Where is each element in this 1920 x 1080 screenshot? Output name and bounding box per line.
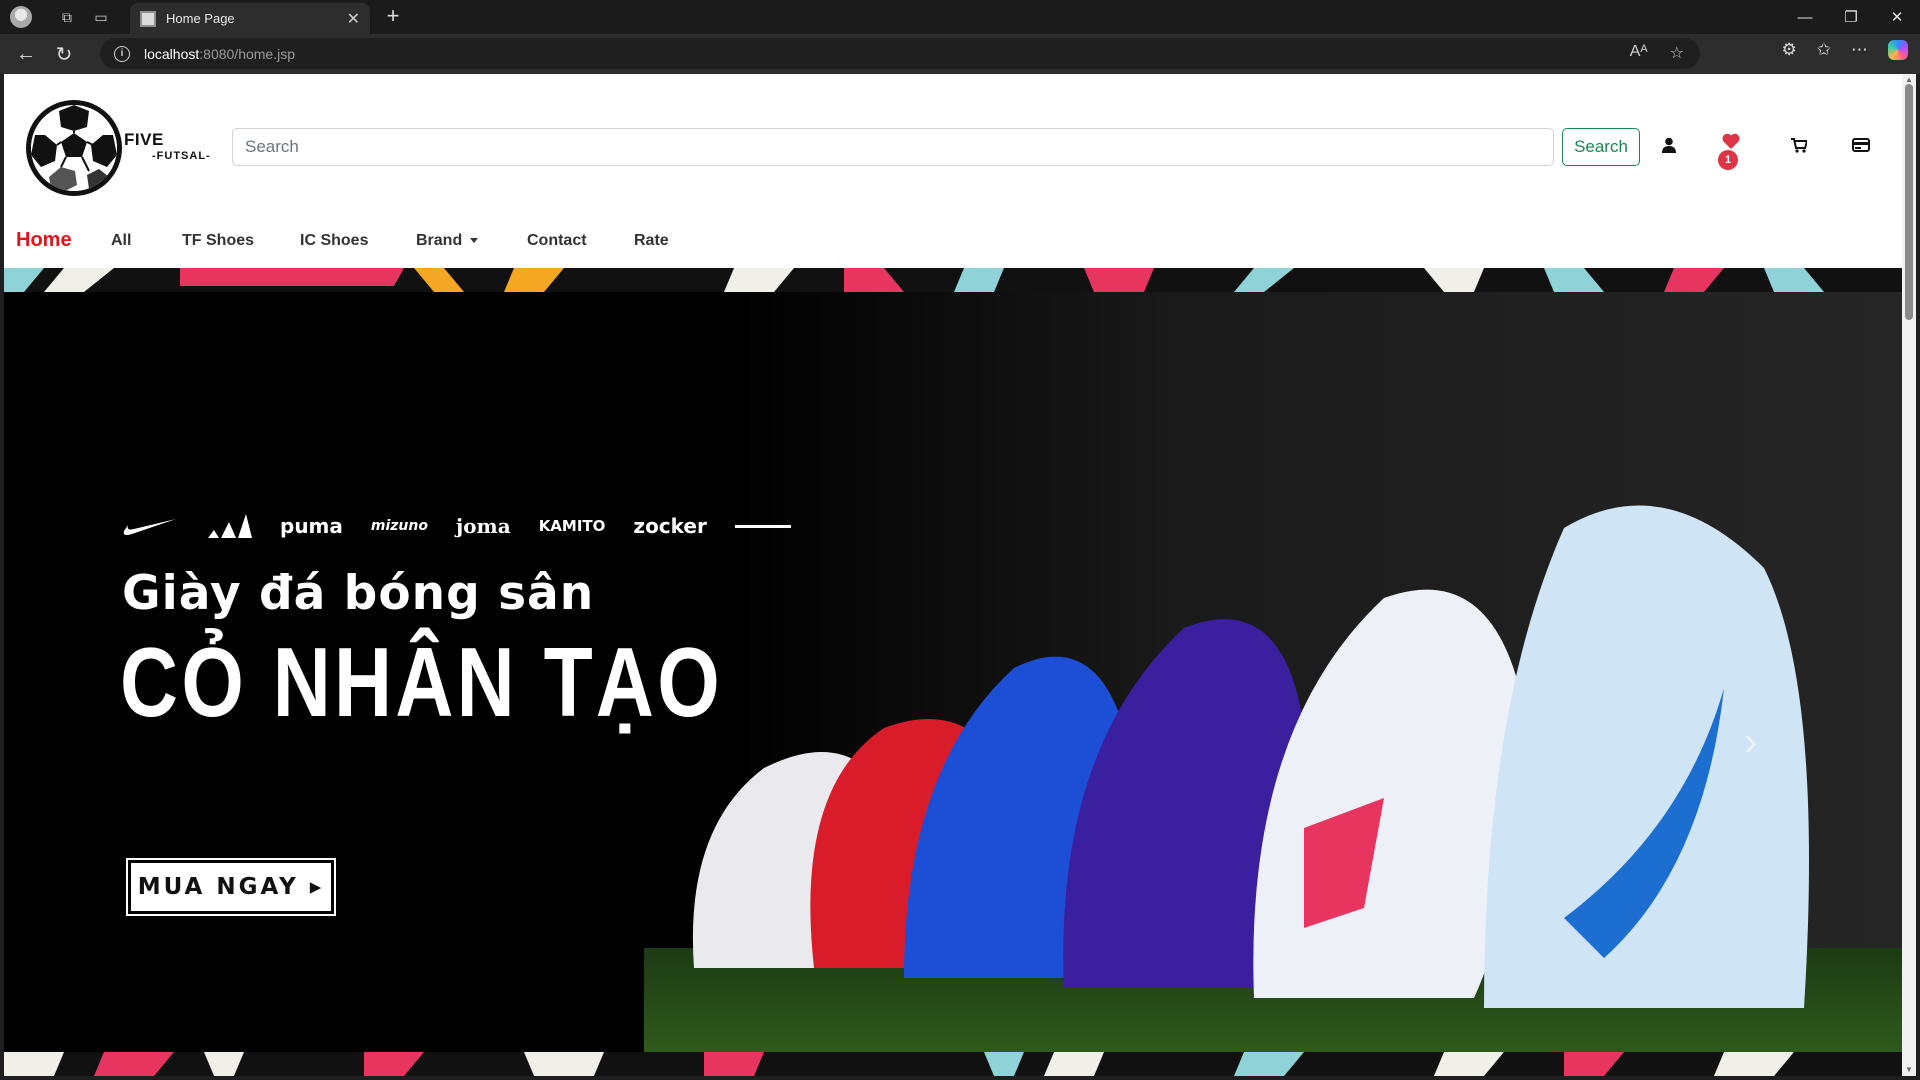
shop-now-button[interactable]: MUA NGAY ▸ (126, 858, 336, 916)
divider-line (734, 524, 791, 528)
brand-logo-row: puma mizuno joma KAMITO zocker (122, 514, 791, 538)
new-tab-icon[interactable]: + (380, 4, 406, 30)
user-icon[interactable] (1656, 132, 1682, 158)
cart-icon[interactable] (1786, 132, 1812, 158)
tab-actions-icon[interactable]: ▭ (84, 0, 118, 34)
minimize-icon[interactable]: — (1782, 0, 1828, 34)
mizuno-logo: mizuno (370, 518, 428, 534)
browser-tab[interactable]: Home Page ✕ (130, 3, 370, 34)
close-window-icon[interactable]: ✕ (1874, 0, 1920, 34)
soccer-ball-logo-icon[interactable] (26, 100, 122, 196)
hero-banner-carousel[interactable]: puma mizuno joma KAMITO zocker Giày đá b… (4, 268, 1902, 1076)
refresh-icon[interactable]: ↻ (46, 36, 82, 72)
nav-item-brand[interactable]: Brand (416, 232, 479, 250)
window-controls: — ❐ ✕ (1782, 0, 1920, 34)
address-bar: ← ↻ i localhost:8080/home.jsp Aᴬ ☆ ⚙ ✩ ⋯ (0, 34, 1920, 74)
nav-item-ic-shoes[interactable]: IC Shoes (300, 232, 368, 250)
restore-icon[interactable]: ❐ (1828, 0, 1874, 34)
profile-avatar[interactable] (10, 6, 32, 28)
page-viewport: FIVE -FUTSAL- Search 1 Home All TF Shoes… (4, 74, 1902, 1076)
url-host: localhost (144, 45, 200, 62)
search-button[interactable]: Search (1562, 128, 1640, 166)
read-aloud-icon[interactable]: Aᴬ (1630, 43, 1648, 63)
close-tab-icon[interactable]: ✕ (347, 9, 360, 29)
main-navigation: Home All TF Shoes IC Shoes Brand Contact… (4, 202, 1902, 268)
joma-logo: joma (455, 514, 511, 538)
zocker-logo: zocker (633, 514, 707, 538)
nike-logo-icon (123, 519, 176, 535)
url-field[interactable]: i localhost:8080/home.jsp Aᴬ ☆ (100, 38, 1700, 69)
brand-tagline: -FUTSAL- (152, 150, 211, 162)
extensions-icon[interactable]: ⚙ (1782, 40, 1797, 60)
adidas-logo-icon (208, 514, 252, 538)
favorites-icon[interactable]: ✩ (1817, 40, 1831, 60)
copilot-icon[interactable] (1888, 40, 1908, 60)
menu-card-icon[interactable] (1848, 132, 1874, 158)
scroll-down-icon[interactable]: ▼ (1904, 1065, 1914, 1075)
page-scrollbar[interactable]: ▲ ▼ (1902, 74, 1916, 1076)
more-options-icon[interactable]: ⋯ (1851, 40, 1868, 60)
nav-item-brand-label: Brand (416, 232, 463, 249)
wishlist-count-badge: 1 (1718, 150, 1738, 170)
page-favicon-icon (140, 10, 156, 27)
scrollbar-thumb[interactable] (1905, 84, 1913, 320)
url-path: :8080/home.jsp (199, 45, 295, 62)
nav-item-rate[interactable]: Rate (634, 232, 669, 250)
workspaces-icon[interactable]: ⧉ (50, 0, 84, 34)
kamito-logo: KAMITO (538, 517, 606, 535)
hero-title: CỎ NHÂN TẠO (120, 627, 724, 737)
puma-logo: puma (280, 514, 343, 538)
browser-tab-bar: ⧉ ▭ Home Page ✕ + — ❐ ✕ (0, 0, 1920, 34)
search-input[interactable] (232, 128, 1554, 166)
site-header: FIVE -FUTSAL- Search 1 (4, 74, 1902, 202)
nav-item-contact[interactable]: Contact (527, 232, 587, 250)
brand-name: FIVE (124, 130, 164, 149)
nav-item-all[interactable]: All (111, 232, 131, 250)
tab-title: Home Page (166, 11, 235, 26)
nav-item-home[interactable]: Home (16, 229, 72, 252)
hero-subtitle: Giày đá bóng sân (122, 566, 595, 621)
carousel-next-icon[interactable]: › (1744, 720, 1757, 765)
chevron-down-icon (470, 238, 479, 244)
nav-item-tf-shoes[interactable]: TF Shoes (182, 232, 254, 250)
back-icon[interactable]: ← (8, 36, 44, 72)
site-info-icon[interactable]: i (114, 45, 130, 62)
favorite-star-icon[interactable]: ☆ (1670, 43, 1684, 63)
